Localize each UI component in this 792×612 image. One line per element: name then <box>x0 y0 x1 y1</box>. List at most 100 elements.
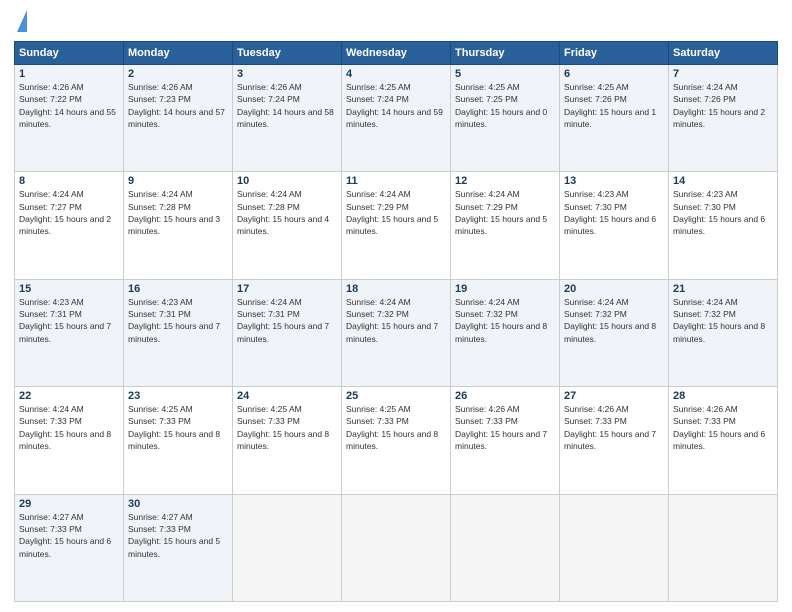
calendar-day-header: Sunday <box>15 42 124 65</box>
day-number: 25 <box>346 390 446 402</box>
day-number: 29 <box>19 498 119 510</box>
day-number: 7 <box>673 68 773 80</box>
calendar-day-header: Monday <box>124 42 233 65</box>
calendar-day-cell: 14Sunrise: 4:23 AMSunset: 7:30 PMDayligh… <box>669 172 778 279</box>
day-number: 14 <box>673 175 773 187</box>
day-info: Sunrise: 4:26 AMSunset: 7:33 PMDaylight:… <box>673 403 773 452</box>
calendar-day-cell: 2Sunrise: 4:26 AMSunset: 7:23 PMDaylight… <box>124 65 233 172</box>
calendar-day-cell: 4Sunrise: 4:25 AMSunset: 7:24 PMDaylight… <box>342 65 451 172</box>
calendar-day-cell: 5Sunrise: 4:25 AMSunset: 7:25 PMDaylight… <box>451 65 560 172</box>
calendar-day-cell: 6Sunrise: 4:25 AMSunset: 7:26 PMDaylight… <box>560 65 669 172</box>
day-info: Sunrise: 4:26 AMSunset: 7:33 PMDaylight:… <box>564 403 664 452</box>
day-info: Sunrise: 4:24 AMSunset: 7:29 PMDaylight:… <box>455 188 555 237</box>
day-number: 20 <box>564 283 664 295</box>
day-number: 24 <box>237 390 337 402</box>
calendar-day-header: Saturday <box>669 42 778 65</box>
day-number: 5 <box>455 68 555 80</box>
day-number: 6 <box>564 68 664 80</box>
calendar-week-row: 8Sunrise: 4:24 AMSunset: 7:27 PMDaylight… <box>15 172 778 279</box>
day-info: Sunrise: 4:27 AMSunset: 7:33 PMDaylight:… <box>128 511 228 560</box>
calendar-day-cell: 7Sunrise: 4:24 AMSunset: 7:26 PMDaylight… <box>669 65 778 172</box>
day-number: 26 <box>455 390 555 402</box>
calendar-day-cell: 23Sunrise: 4:25 AMSunset: 7:33 PMDayligh… <box>124 387 233 494</box>
calendar-day-header: Wednesday <box>342 42 451 65</box>
day-number: 8 <box>19 175 119 187</box>
calendar-week-row: 22Sunrise: 4:24 AMSunset: 7:33 PMDayligh… <box>15 387 778 494</box>
day-number: 23 <box>128 390 228 402</box>
calendar-day-header: Tuesday <box>233 42 342 65</box>
calendar-day-cell: 19Sunrise: 4:24 AMSunset: 7:32 PMDayligh… <box>451 279 560 386</box>
day-number: 16 <box>128 283 228 295</box>
day-number: 4 <box>346 68 446 80</box>
page: SundayMondayTuesdayWednesdayThursdayFrid… <box>0 0 792 612</box>
day-info: Sunrise: 4:25 AMSunset: 7:24 PMDaylight:… <box>346 81 446 130</box>
day-number: 11 <box>346 175 446 187</box>
calendar-day-cell <box>669 494 778 601</box>
logo-triangle-icon <box>17 10 27 32</box>
day-info: Sunrise: 4:25 AMSunset: 7:25 PMDaylight:… <box>455 81 555 130</box>
calendar-day-cell: 27Sunrise: 4:26 AMSunset: 7:33 PMDayligh… <box>560 387 669 494</box>
day-info: Sunrise: 4:27 AMSunset: 7:33 PMDaylight:… <box>19 511 119 560</box>
calendar-day-cell <box>233 494 342 601</box>
day-info: Sunrise: 4:25 AMSunset: 7:33 PMDaylight:… <box>346 403 446 452</box>
day-number: 12 <box>455 175 555 187</box>
day-info: Sunrise: 4:23 AMSunset: 7:30 PMDaylight:… <box>564 188 664 237</box>
calendar-day-cell: 17Sunrise: 4:24 AMSunset: 7:31 PMDayligh… <box>233 279 342 386</box>
calendar-day-cell: 26Sunrise: 4:26 AMSunset: 7:33 PMDayligh… <box>451 387 560 494</box>
day-number: 10 <box>237 175 337 187</box>
header <box>14 10 778 33</box>
day-info: Sunrise: 4:24 AMSunset: 7:26 PMDaylight:… <box>673 81 773 130</box>
day-info: Sunrise: 4:24 AMSunset: 7:32 PMDaylight:… <box>346 296 446 345</box>
day-number: 17 <box>237 283 337 295</box>
day-info: Sunrise: 4:25 AMSunset: 7:33 PMDaylight:… <box>128 403 228 452</box>
calendar-day-cell: 15Sunrise: 4:23 AMSunset: 7:31 PMDayligh… <box>15 279 124 386</box>
day-info: Sunrise: 4:26 AMSunset: 7:22 PMDaylight:… <box>19 81 119 130</box>
calendar-table: SundayMondayTuesdayWednesdayThursdayFrid… <box>14 41 778 602</box>
calendar-day-cell: 8Sunrise: 4:24 AMSunset: 7:27 PMDaylight… <box>15 172 124 279</box>
day-info: Sunrise: 4:24 AMSunset: 7:31 PMDaylight:… <box>237 296 337 345</box>
calendar-day-cell: 18Sunrise: 4:24 AMSunset: 7:32 PMDayligh… <box>342 279 451 386</box>
day-info: Sunrise: 4:26 AMSunset: 7:33 PMDaylight:… <box>455 403 555 452</box>
calendar-day-header: Thursday <box>451 42 560 65</box>
calendar-day-cell: 9Sunrise: 4:24 AMSunset: 7:28 PMDaylight… <box>124 172 233 279</box>
calendar-day-cell: 29Sunrise: 4:27 AMSunset: 7:33 PMDayligh… <box>15 494 124 601</box>
calendar-day-cell <box>560 494 669 601</box>
day-number: 19 <box>455 283 555 295</box>
calendar-day-cell: 11Sunrise: 4:24 AMSunset: 7:29 PMDayligh… <box>342 172 451 279</box>
day-info: Sunrise: 4:24 AMSunset: 7:33 PMDaylight:… <box>19 403 119 452</box>
day-info: Sunrise: 4:24 AMSunset: 7:28 PMDaylight:… <box>128 188 228 237</box>
day-number: 21 <box>673 283 773 295</box>
calendar-day-cell: 1Sunrise: 4:26 AMSunset: 7:22 PMDaylight… <box>15 65 124 172</box>
day-number: 3 <box>237 68 337 80</box>
day-number: 1 <box>19 68 119 80</box>
calendar-day-cell <box>342 494 451 601</box>
day-info: Sunrise: 4:24 AMSunset: 7:27 PMDaylight:… <box>19 188 119 237</box>
calendar-day-cell: 24Sunrise: 4:25 AMSunset: 7:33 PMDayligh… <box>233 387 342 494</box>
calendar-day-cell: 3Sunrise: 4:26 AMSunset: 7:24 PMDaylight… <box>233 65 342 172</box>
calendar-day-cell: 28Sunrise: 4:26 AMSunset: 7:33 PMDayligh… <box>669 387 778 494</box>
day-number: 13 <box>564 175 664 187</box>
calendar-day-cell: 22Sunrise: 4:24 AMSunset: 7:33 PMDayligh… <box>15 387 124 494</box>
day-number: 27 <box>564 390 664 402</box>
day-number: 2 <box>128 68 228 80</box>
calendar-day-cell: 20Sunrise: 4:24 AMSunset: 7:32 PMDayligh… <box>560 279 669 386</box>
day-info: Sunrise: 4:26 AMSunset: 7:23 PMDaylight:… <box>128 81 228 130</box>
calendar-day-cell: 16Sunrise: 4:23 AMSunset: 7:31 PMDayligh… <box>124 279 233 386</box>
calendar-day-cell: 13Sunrise: 4:23 AMSunset: 7:30 PMDayligh… <box>560 172 669 279</box>
calendar-day-cell: 30Sunrise: 4:27 AMSunset: 7:33 PMDayligh… <box>124 494 233 601</box>
day-number: 9 <box>128 175 228 187</box>
day-info: Sunrise: 4:24 AMSunset: 7:29 PMDaylight:… <box>346 188 446 237</box>
calendar-day-header: Friday <box>560 42 669 65</box>
day-info: Sunrise: 4:24 AMSunset: 7:28 PMDaylight:… <box>237 188 337 237</box>
day-number: 15 <box>19 283 119 295</box>
logo <box>14 10 27 33</box>
day-number: 22 <box>19 390 119 402</box>
day-info: Sunrise: 4:24 AMSunset: 7:32 PMDaylight:… <box>455 296 555 345</box>
day-info: Sunrise: 4:25 AMSunset: 7:33 PMDaylight:… <box>237 403 337 452</box>
calendar-week-row: 1Sunrise: 4:26 AMSunset: 7:22 PMDaylight… <box>15 65 778 172</box>
day-number: 30 <box>128 498 228 510</box>
day-info: Sunrise: 4:25 AMSunset: 7:26 PMDaylight:… <box>564 81 664 130</box>
day-info: Sunrise: 4:26 AMSunset: 7:24 PMDaylight:… <box>237 81 337 130</box>
calendar-day-cell: 25Sunrise: 4:25 AMSunset: 7:33 PMDayligh… <box>342 387 451 494</box>
day-info: Sunrise: 4:24 AMSunset: 7:32 PMDaylight:… <box>673 296 773 345</box>
